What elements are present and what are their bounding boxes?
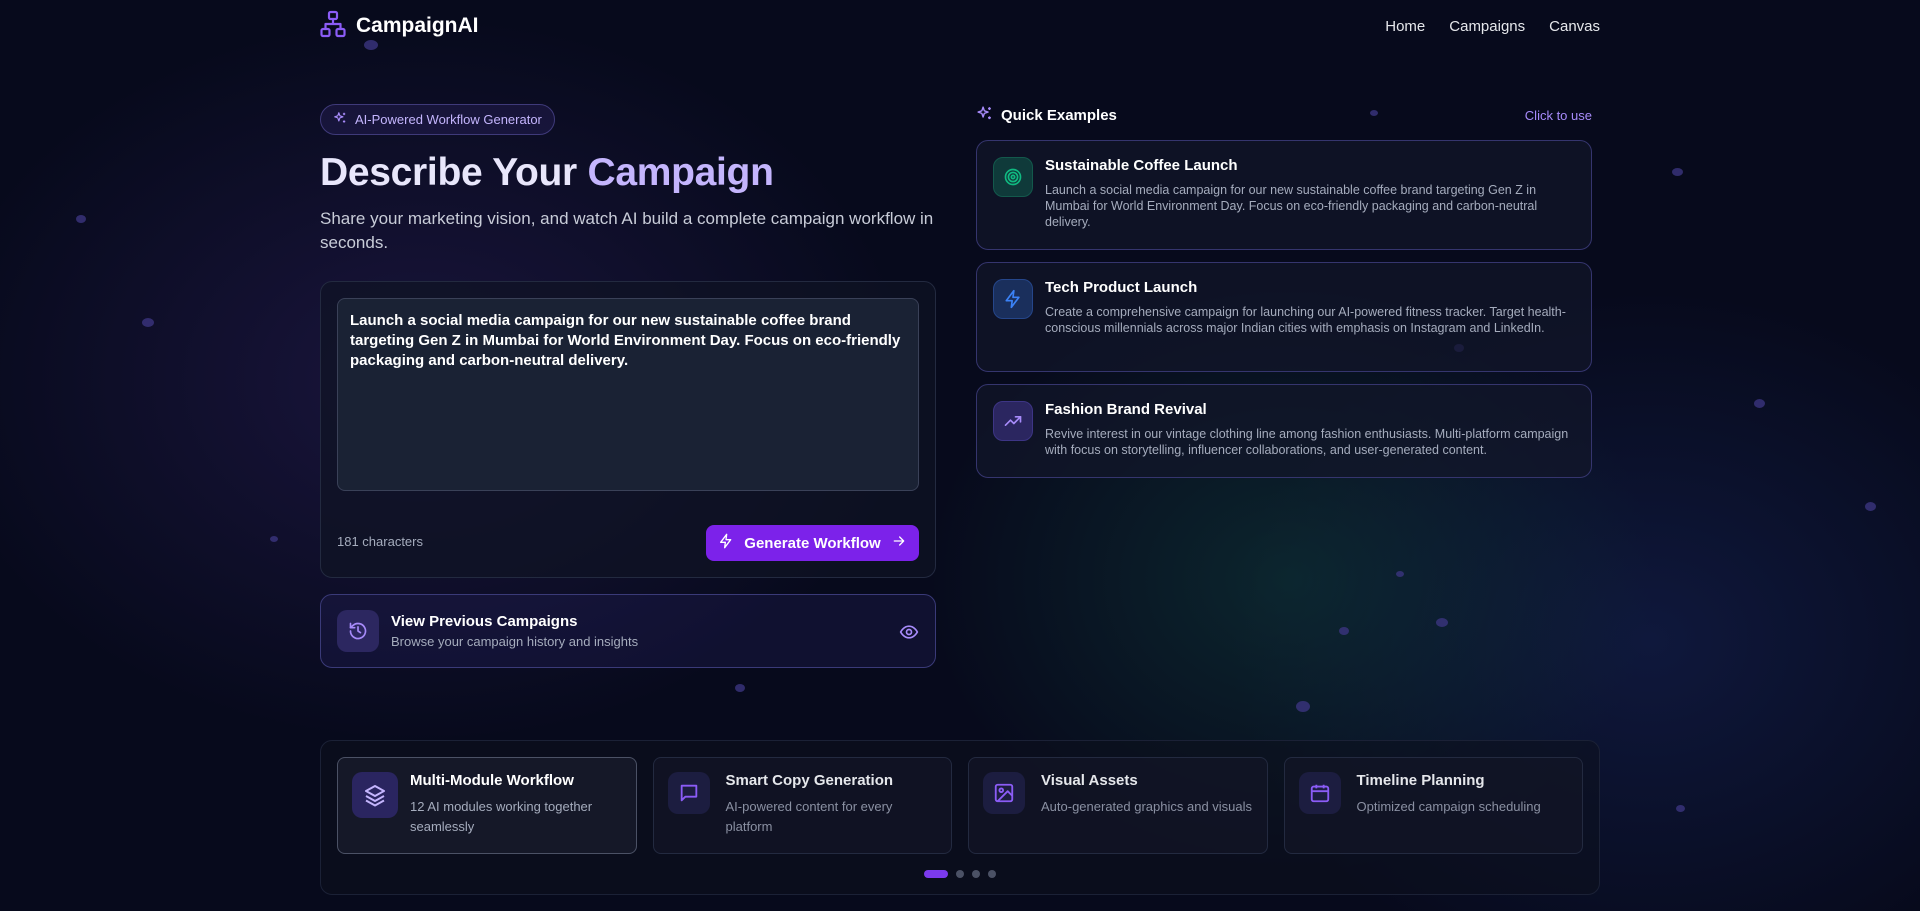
feature-title: Smart Copy Generation: [725, 772, 894, 789]
chat-icon: [667, 772, 710, 814]
example-card-tech-product[interactable]: Tech Product Launch Create a comprehensi…: [976, 262, 1592, 372]
ai-badge: AI-Powered Workflow Generator: [320, 104, 555, 135]
quick-examples-section: Quick Examples Click to use Sustainable …: [976, 104, 1592, 478]
main-nav: Home Campaigns Canvas: [1385, 18, 1600, 35]
composer-section: AI-Powered Workflow Generator Describe Y…: [320, 104, 936, 668]
page-subtitle: Share your marketing vision, and watch A…: [320, 209, 934, 252]
example-description: Create a comprehensive campaign for laun…: [1045, 305, 1566, 335]
quick-examples-title: Quick Examples: [1001, 106, 1117, 124]
example-card-sustainable-coffee[interactable]: Sustainable Coffee Launch Launch a socia…: [976, 140, 1592, 250]
example-card-fashion-brand[interactable]: Fashion Brand Revival Revive interest in…: [976, 384, 1592, 478]
quick-examples-heading: Quick Examples: [976, 105, 1117, 126]
sparkles-icon: [333, 111, 347, 128]
nav-canvas[interactable]: Canvas: [1549, 18, 1600, 35]
trending-up-icon: [993, 401, 1033, 441]
feature-description: 12 AI modules working together seamlessl…: [410, 799, 593, 834]
view-previous-campaigns-card[interactable]: View Previous Campaigns Browse your camp…: [320, 594, 936, 668]
nav-home[interactable]: Home: [1385, 18, 1425, 35]
campaign-description-input[interactable]: Launch a social media campaign for our n…: [337, 298, 919, 491]
page-title-accent: Campaign: [587, 151, 774, 194]
click-to-use-hint: Click to use: [1524, 107, 1592, 123]
example-description: Revive interest in our vintage clothing …: [1045, 427, 1569, 457]
example-title: Sustainable Coffee Launch: [1045, 157, 1238, 174]
carousel-pagination: [321, 870, 1599, 878]
eye-icon[interactable]: [899, 622, 919, 647]
feature-card-smart-copy[interactable]: Smart Copy Generation AI-powered content…: [652, 757, 952, 854]
ai-badge-label: AI-Powered Workflow Generator: [355, 112, 542, 127]
example-title: Fashion Brand Revival: [1045, 401, 1207, 418]
brand-name: CampaignAI: [356, 14, 479, 37]
pagination-dot-1[interactable]: [924, 870, 948, 878]
features-carousel: Multi-Module Workflow 12 AI modules work…: [320, 740, 1600, 895]
generate-workflow-label: Generate Workflow: [744, 534, 881, 552]
character-count: 181 characters: [337, 534, 423, 549]
generate-workflow-button[interactable]: Generate Workflow: [706, 525, 919, 561]
pagination-dot-4[interactable]: [988, 870, 996, 878]
nav-campaigns[interactable]: Campaigns: [1449, 18, 1525, 35]
campaign-composer: Launch a social media campaign for our n…: [320, 281, 936, 578]
page-title: Describe Your Campaign: [320, 151, 936, 195]
example-title: Tech Product Launch: [1045, 279, 1198, 296]
feature-description: Optimized campaign scheduling: [1356, 799, 1541, 814]
example-description: Launch a social media campaign for our n…: [1045, 183, 1538, 229]
feature-title: Timeline Planning: [1356, 772, 1485, 789]
feature-card-visual-assets[interactable]: Visual Assets Auto-generated graphics an…: [968, 757, 1268, 854]
sparkles-icon: [976, 105, 993, 126]
feature-title: Multi-Module Workflow: [410, 772, 574, 789]
pagination-dot-2[interactable]: [956, 870, 964, 878]
feature-card-timeline[interactable]: Timeline Planning Optimized campaign sch…: [1283, 757, 1583, 854]
feature-description: Auto-generated graphics and visuals: [1041, 799, 1253, 814]
pagination-dot-3[interactable]: [972, 870, 980, 878]
feature-title: Visual Assets: [1041, 772, 1138, 789]
top-navbar: CampaignAI Home Campaigns Canvas: [320, 0, 1600, 52]
calendar-icon: [1298, 772, 1341, 814]
feature-description: AI-powered content for every platform: [725, 799, 893, 834]
previous-campaigns-subtitle: Browse your campaign history and insight…: [391, 634, 639, 649]
brand[interactable]: CampaignAI: [320, 10, 479, 43]
page-title-main: Describe Your: [320, 151, 588, 194]
target-icon: [993, 157, 1033, 197]
history-icon: [337, 610, 379, 652]
image-icon: [983, 772, 1025, 814]
bolt-icon: [718, 533, 734, 553]
feature-card-multi-module[interactable]: Multi-Module Workflow 12 AI modules work…: [337, 757, 637, 854]
layers-icon: [352, 772, 398, 818]
network-icon: [320, 10, 346, 43]
bolt-icon: [993, 279, 1033, 319]
previous-campaigns-title: View Previous Campaigns: [391, 613, 578, 630]
arrow-right-icon: [891, 533, 907, 553]
